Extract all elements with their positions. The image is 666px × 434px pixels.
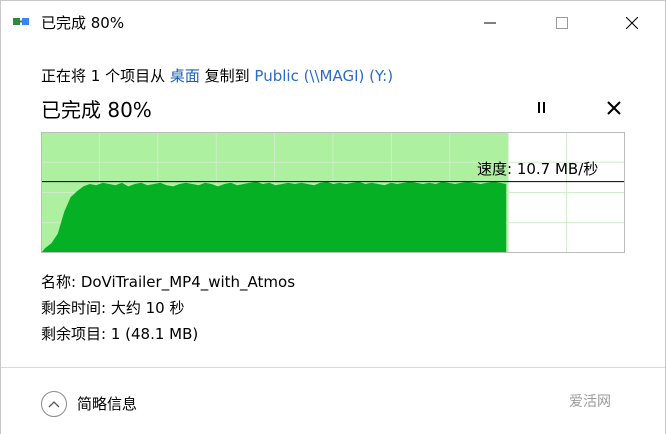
time-remaining-label: 剩余时间: <box>41 299 111 317</box>
speed-label: 速度: 10.7 MB/秒 <box>477 160 599 178</box>
destination-link[interactable]: Public (\\MAGI) (Y:) <box>254 67 393 85</box>
transfer-speed-chart <box>41 132 625 253</box>
speed-area <box>41 181 507 253</box>
copy-progress-icon <box>13 18 29 25</box>
maximize-button[interactable] <box>539 1 585 45</box>
watermark: 爱活网 <box>569 394 611 410</box>
minimize-icon <box>484 22 496 24</box>
file-name-row: 名称: DoViTrailer_MP4_with_Atmos <box>41 271 295 292</box>
window-title: 已完成 80% <box>41 14 125 32</box>
progress-status: 已完成 80% <box>41 98 152 122</box>
pause-button[interactable] <box>533 99 551 117</box>
close-icon <box>626 17 638 29</box>
close-button[interactable] <box>609 1 655 45</box>
copy-middle: 复制到 <box>199 67 255 85</box>
file-name-label: 名称: <box>41 273 81 291</box>
pause-icon <box>538 102 540 113</box>
copy-progress-dialog: 已完成 80% 正在将 1 个项目从 桌面 复制到 Public (\\MAGI… <box>0 0 666 434</box>
maximize-icon <box>556 17 568 29</box>
copy-prefix: 正在将 1 个项目从 <box>41 67 170 85</box>
cancel-button[interactable] <box>605 99 623 117</box>
fewer-details-label[interactable]: 简略信息 <box>77 393 137 414</box>
file-name-value: DoViTrailer_MP4_with_Atmos <box>80 273 296 291</box>
time-remaining-value: 大约 10 秒 <box>110 299 185 317</box>
copy-description: 正在将 1 个项目从 桌面 复制到 Public (\\MAGI) (Y:) <box>41 65 393 86</box>
title-bar[interactable]: 已完成 80% <box>1 1 665 45</box>
items-remaining-row: 剩余项目: 1 (48.1 MB) <box>41 323 198 344</box>
minimize-button[interactable] <box>467 1 513 45</box>
chevron-up-icon <box>48 401 60 408</box>
source-link[interactable]: 桌面 <box>170 67 200 85</box>
fewer-details-button[interactable] <box>41 391 67 417</box>
footer: 简略信息 <box>1 367 665 434</box>
time-remaining-row: 剩余时间: 大约 10 秒 <box>41 297 184 318</box>
items-remaining-value: 1 (48.1 MB) <box>110 325 199 343</box>
items-remaining-label: 剩余项目: <box>41 325 111 343</box>
